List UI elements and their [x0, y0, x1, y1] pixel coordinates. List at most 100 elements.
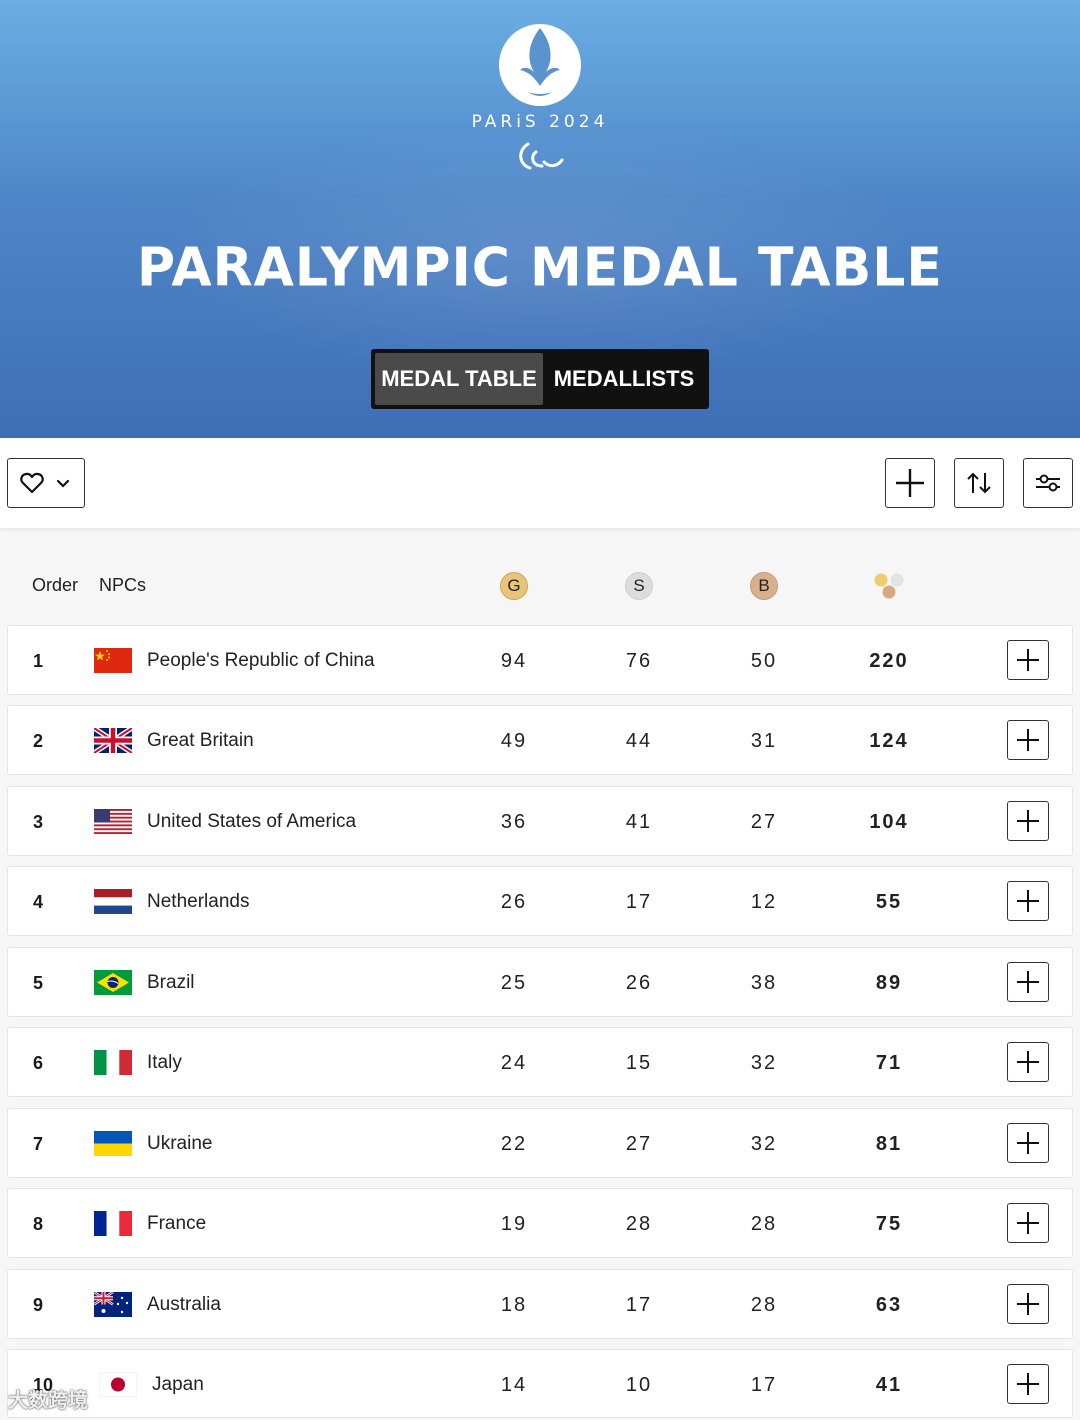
bronze-count: 27: [750, 810, 778, 833]
gold-count: 36: [500, 810, 528, 833]
table-row[interactable]: 2 Great Britain 49 44 31 124: [7, 705, 1073, 775]
bronze-count: 28: [750, 1212, 778, 1235]
plus-icon: [1017, 971, 1039, 993]
country-name[interactable]: People's Republic of China: [147, 626, 375, 696]
expand-row-button[interactable]: [1007, 801, 1049, 841]
total-count: 81: [875, 1132, 903, 1155]
flag-usa-icon: [94, 809, 132, 834]
silver-count: 41: [625, 810, 653, 833]
silver-count: 10: [625, 1373, 653, 1396]
plus-icon: [1017, 729, 1039, 751]
filter-icon: [1036, 474, 1060, 492]
total-medals-icon[interactable]: [873, 571, 905, 601]
column-order[interactable]: Order: [32, 575, 78, 596]
country-name[interactable]: Great Britain: [147, 706, 254, 776]
table-row[interactable]: 6 Italy 24 15 32 71: [7, 1027, 1073, 1097]
expand-row-button[interactable]: [1007, 1284, 1049, 1324]
sort-icon: [967, 472, 991, 494]
flag-netherlands-icon: [94, 889, 132, 914]
flag-brazil-icon: [94, 970, 132, 995]
total-count: 71: [875, 1051, 903, 1074]
gold-count: 49: [500, 729, 528, 752]
heart-icon: [20, 472, 44, 494]
table-row[interactable]: 3 United States of America 36 41 27 104: [7, 786, 1073, 856]
flag-japan-icon: [99, 1372, 137, 1397]
gold-count: 22: [500, 1132, 528, 1155]
column-silver[interactable]: S: [625, 572, 653, 600]
country-name[interactable]: Brazil: [147, 948, 195, 1018]
expand-all-button[interactable]: [885, 458, 935, 508]
silver-count: 17: [625, 890, 653, 913]
rank: 2: [33, 730, 44, 751]
country-name[interactable]: Japan: [152, 1350, 204, 1420]
brand-wordmark: PARiS 2024: [471, 112, 609, 132]
silver-count: 15: [625, 1051, 653, 1074]
bronze-count: 32: [750, 1051, 778, 1074]
rank: 3: [33, 811, 44, 832]
watermark: 大数跨境: [8, 1390, 88, 1412]
total-count: 75: [875, 1212, 903, 1235]
total-count: 63: [875, 1293, 903, 1316]
expand-row-button[interactable]: [1007, 1203, 1049, 1243]
rank: 1: [33, 650, 44, 671]
country-name[interactable]: Italy: [147, 1028, 182, 1098]
gold-count: 18: [500, 1293, 528, 1316]
silver-count: 44: [625, 729, 653, 752]
plus-icon: [1017, 890, 1039, 912]
table-row[interactable]: 9 Australia 18 17 28 63: [7, 1269, 1073, 1339]
flag-australia-icon: [94, 1292, 132, 1317]
country-name[interactable]: Australia: [147, 1270, 221, 1340]
expand-row-button[interactable]: [1007, 1123, 1049, 1163]
column-bronze[interactable]: B: [750, 572, 778, 600]
tab-medal-table[interactable]: MEDAL TABLE: [375, 353, 543, 405]
table-row[interactable]: 1 People's Republic of China 94 76 50 22…: [7, 625, 1073, 695]
tab-medallists[interactable]: MEDALLISTS: [543, 353, 705, 405]
table-row[interactable]: 7 Ukraine 22 27 32 81: [7, 1108, 1073, 1178]
silver-count: 17: [625, 1293, 653, 1316]
flag-china-icon: [94, 648, 132, 673]
plus-icon: [1017, 1293, 1039, 1315]
favorites-dropdown[interactable]: [7, 458, 85, 508]
country-name[interactable]: United States of America: [147, 787, 356, 857]
gold-count: 25: [500, 971, 528, 994]
flag-ukraine-icon: [94, 1131, 132, 1156]
filter-button[interactable]: [1023, 458, 1073, 508]
view-tabs: MEDAL TABLE MEDALLISTS: [371, 349, 709, 409]
rank: 9: [33, 1294, 44, 1315]
total-count: 220: [869, 649, 909, 672]
plus-icon: [1017, 1373, 1039, 1395]
gold-count: 26: [500, 890, 528, 913]
sort-button[interactable]: [954, 458, 1004, 508]
table-row[interactable]: 8 France 19 28 28 75: [7, 1188, 1073, 1258]
total-count: 41: [875, 1373, 903, 1396]
table-row[interactable]: 10 Japan 14 10 17 41: [7, 1349, 1073, 1418]
expand-row-button[interactable]: [1007, 962, 1049, 1002]
rank: 7: [33, 1133, 44, 1154]
column-npcs[interactable]: NPCs: [99, 575, 146, 596]
bronze-count: 32: [750, 1132, 778, 1155]
bronze-count: 38: [750, 971, 778, 994]
rank: 8: [33, 1213, 44, 1234]
gold-count: 24: [500, 1051, 528, 1074]
country-name[interactable]: Ukraine: [147, 1109, 212, 1179]
paris-2024-logo: [499, 24, 581, 106]
column-gold[interactable]: G: [500, 572, 528, 600]
rank: 6: [33, 1052, 44, 1073]
flag-france-icon: [94, 1211, 132, 1236]
silver-count: 28: [625, 1212, 653, 1235]
plus-icon: [1017, 1132, 1039, 1154]
flag-italy-icon: [94, 1050, 132, 1075]
expand-row-button[interactable]: [1007, 720, 1049, 760]
country-name[interactable]: Netherlands: [147, 867, 249, 937]
rank: 4: [33, 891, 44, 912]
table-row[interactable]: 5 Brazil 25 26 38 89: [7, 947, 1073, 1017]
table-row[interactable]: 4 Netherlands 26 17 12 55: [7, 866, 1073, 936]
total-count: 55: [875, 890, 903, 913]
expand-row-button[interactable]: [1007, 640, 1049, 680]
gold-count: 14: [500, 1373, 528, 1396]
country-name[interactable]: France: [147, 1189, 206, 1259]
expand-row-button[interactable]: [1007, 881, 1049, 921]
flag-great-britain-icon: [94, 728, 132, 753]
expand-row-button[interactable]: [1007, 1042, 1049, 1082]
expand-row-button[interactable]: [1007, 1364, 1049, 1404]
